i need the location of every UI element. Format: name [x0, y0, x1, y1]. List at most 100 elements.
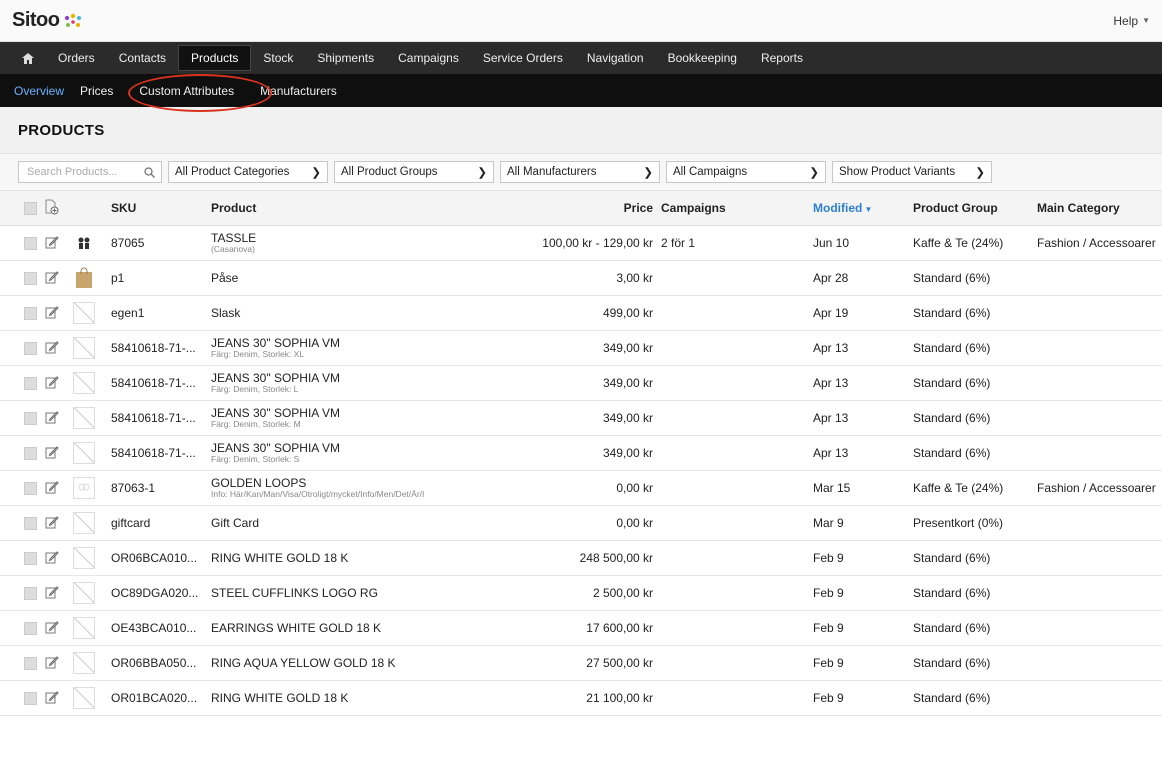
col-campaigns[interactable]: Campaigns: [661, 191, 813, 226]
page-title-bar: PRODUCTS: [0, 107, 1162, 153]
nav-stock[interactable]: Stock: [251, 46, 305, 70]
table-row[interactable]: p1 Påse 3,00 kr Apr 28 Standard (6%): [0, 260, 1162, 296]
row-checkbox[interactable]: [24, 377, 37, 391]
add-product-icon[interactable]: [45, 199, 59, 215]
table-row[interactable]: 87063-1 GOLDEN LOOPS Info: Här/Kan/Man/Vis…: [0, 470, 1162, 506]
product-cell[interactable]: EARRINGS WHITE GOLD 18 K: [211, 610, 491, 646]
row-checkbox[interactable]: [24, 412, 37, 426]
product-cell[interactable]: RING WHITE GOLD 18 K: [211, 540, 491, 576]
row-checkbox[interactable]: [24, 517, 37, 531]
groups-select[interactable]: All Product Groups ❯: [334, 161, 494, 183]
edit-icon[interactable]: [45, 235, 59, 252]
product-cell[interactable]: JEANS 30" SOPHIA VM Färg: Denim, Storlek:…: [211, 400, 491, 436]
table-row[interactable]: OR06BBA050... RING AQUA YELLOW GOLD 18 K 2…: [0, 645, 1162, 681]
campaigns-cell: [661, 610, 813, 646]
row-checkbox[interactable]: [24, 482, 37, 496]
edit-icon[interactable]: [45, 515, 59, 532]
categories-select[interactable]: All Product Categories ❯: [168, 161, 328, 183]
nav-service-orders[interactable]: Service Orders: [471, 46, 575, 70]
row-checkbox[interactable]: [24, 342, 37, 356]
campaigns-select[interactable]: All Campaigns ❯: [666, 161, 826, 183]
select-all-checkbox[interactable]: [24, 202, 37, 216]
nav-campaigns[interactable]: Campaigns: [386, 46, 471, 70]
modified-cell: Feb 9: [813, 575, 913, 611]
empty-thumbnail: [73, 407, 95, 429]
col-sku[interactable]: SKU: [111, 191, 211, 226]
product-cell[interactable]: JEANS 30" SOPHIA VM Färg: Denim, Storlek:…: [211, 330, 491, 366]
col-main-category[interactable]: Main Category: [1037, 191, 1162, 226]
table-row[interactable]: 58410618-71-... JEANS 30" SOPHIA VM Färg: …: [0, 365, 1162, 401]
col-modified[interactable]: Modified ▼: [813, 191, 913, 226]
edit-icon[interactable]: [45, 375, 59, 392]
subnav-custom-attributes[interactable]: Custom Attributes: [139, 84, 234, 98]
row-checkbox[interactable]: [24, 447, 37, 461]
edit-icon[interactable]: [45, 690, 59, 707]
nav-bookkeeping[interactable]: Bookkeeping: [656, 46, 749, 70]
subnav-overview[interactable]: Overview: [14, 84, 64, 98]
product-cell[interactable]: TASSLE (Casanova): [211, 225, 491, 261]
home-button[interactable]: [14, 46, 46, 70]
table-row[interactable]: 58410618-71-... JEANS 30" SOPHIA VM Färg: …: [0, 435, 1162, 471]
manufacturers-select[interactable]: All Manufacturers ❯: [500, 161, 660, 183]
variants-select[interactable]: Show Product Variants ❯: [832, 161, 992, 183]
subnav-manufacturers[interactable]: Manufacturers: [260, 84, 337, 98]
edit-icon[interactable]: [45, 480, 59, 497]
product-cell[interactable]: STEEL CUFFLINKS LOGO RG: [211, 575, 491, 611]
edit-icon[interactable]: [45, 585, 59, 602]
product-cell[interactable]: RING AQUA YELLOW GOLD 18 K: [211, 645, 491, 681]
edit-icon[interactable]: [45, 305, 59, 322]
row-checkbox[interactable]: [24, 692, 37, 706]
table-row[interactable]: OR06BCA010... RING WHITE GOLD 18 K 248 500…: [0, 540, 1162, 576]
product-group-cell: Standard (6%): [913, 610, 1037, 646]
edit-icon[interactable]: [45, 620, 59, 637]
table-row[interactable]: giftcard Gift Card 0,00 kr Mar 9 Presentkort…: [0, 505, 1162, 541]
row-checkbox[interactable]: [24, 622, 37, 636]
edit-icon[interactable]: [45, 410, 59, 427]
table-row[interactable]: egen1 Slask 499,00 kr Apr 19 Standard (6%): [0, 295, 1162, 331]
table-row[interactable]: OC89DGA020... STEEL CUFFLINKS LOGO RG 2 50…: [0, 575, 1162, 611]
edit-icon[interactable]: [45, 655, 59, 672]
product-group-cell: Standard (6%): [913, 260, 1037, 296]
table-row[interactable]: 58410618-71-... JEANS 30" SOPHIA VM Färg: …: [0, 400, 1162, 436]
product-group-cell: Standard (6%): [913, 400, 1037, 436]
table-row[interactable]: 58410618-71-... JEANS 30" SOPHIA VM Färg: …: [0, 330, 1162, 366]
row-checkbox[interactable]: [24, 237, 37, 251]
edit-icon[interactable]: [45, 445, 59, 462]
col-modified-label: Modified: [813, 201, 863, 215]
product-cell[interactable]: JEANS 30" SOPHIA VM Färg: Denim, Storlek:…: [211, 435, 491, 471]
nav-reports[interactable]: Reports: [749, 46, 815, 70]
col-product[interactable]: Product: [211, 191, 491, 226]
nav-products[interactable]: Products: [178, 45, 252, 71]
subnav-prices[interactable]: Prices: [80, 84, 113, 98]
edit-icon[interactable]: [45, 550, 59, 567]
edit-icon[interactable]: [45, 270, 59, 287]
nav-contacts[interactable]: Contacts: [107, 46, 178, 70]
main-category-cell: Fashion / Accessoarer: [1037, 470, 1162, 506]
nav-orders[interactable]: Orders: [46, 46, 107, 70]
product-cell[interactable]: GOLDEN LOOPS Info: Här/Kan/Man/Visa/Otrol…: [211, 470, 491, 506]
row-checkbox[interactable]: [24, 657, 37, 671]
table-row[interactable]: OE43BCA010... EARRINGS WHITE GOLD 18 K 17 …: [0, 610, 1162, 646]
col-product-group[interactable]: Product Group: [913, 191, 1037, 226]
product-cell[interactable]: Slask: [211, 295, 491, 331]
table-row[interactable]: 87065 TASSLE (Casanova) 100,00 kr - 129,00 …: [0, 225, 1162, 261]
product-cell[interactable]: Gift Card: [211, 505, 491, 541]
row-checkbox[interactable]: [24, 272, 37, 286]
product-cell[interactable]: Påse: [211, 260, 491, 296]
edit-icon[interactable]: [45, 340, 59, 357]
row-checkbox[interactable]: [24, 587, 37, 601]
price-cell: 2 500,00 kr: [491, 575, 661, 611]
help-menu[interactable]: Help ▼: [1113, 14, 1150, 28]
product-cell[interactable]: JEANS 30" SOPHIA VM Färg: Denim, Storlek:…: [211, 365, 491, 401]
campaigns-value: All Campaigns: [673, 166, 748, 178]
sku-cell: OR01BCA020...: [111, 680, 211, 716]
product-cell[interactable]: RING WHITE GOLD 18 K: [211, 680, 491, 716]
nav-shipments[interactable]: Shipments: [305, 46, 386, 70]
row-checkbox[interactable]: [24, 307, 37, 321]
row-checkbox[interactable]: [24, 552, 37, 566]
sitoo-logo[interactable]: Sitoo: [12, 9, 83, 32]
col-price[interactable]: Price: [491, 191, 661, 226]
table-row[interactable]: OR01BCA020... RING WHITE GOLD 18 K 21 100,…: [0, 680, 1162, 716]
nav-navigation[interactable]: Navigation: [575, 46, 656, 70]
search-input[interactable]: Search Products...: [18, 161, 162, 183]
